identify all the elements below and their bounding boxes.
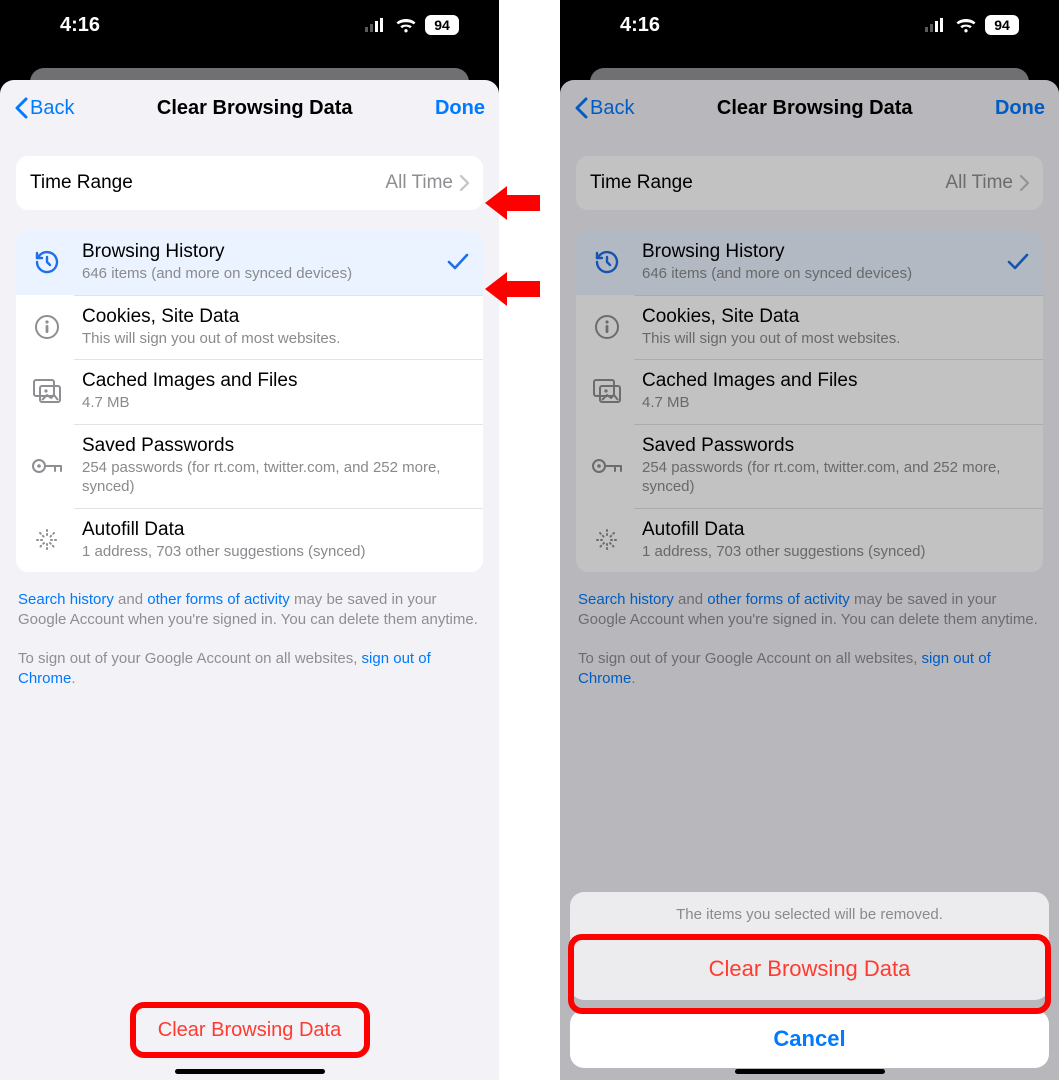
phone-screenshot-2: 4:16 94 Back Clear Browsing Data Done — [560, 0, 1059, 1080]
item-title: Cookies, Site Data — [82, 306, 469, 328]
settings-sheet: Back Clear Browsing Data Done Time Range… — [560, 80, 1059, 1080]
item-saved-passwords[interactable]: Saved Passwords 254 passwords (for rt.co… — [16, 424, 483, 508]
action-sheet: The items you selected will be removed. … — [570, 892, 1049, 1068]
checkmark-icon — [447, 253, 469, 271]
back-label: Back — [30, 97, 74, 120]
images-icon — [30, 378, 64, 404]
item-title: Browsing History — [82, 241, 429, 263]
item-title: Cached Images and Files — [82, 370, 469, 392]
nav-bar: Back Clear Browsing Data Done — [0, 80, 499, 136]
cancel-button[interactable]: Cancel — [570, 1010, 1049, 1068]
item-cookies[interactable]: Cookies, Site Data This will sign you ou… — [16, 295, 483, 360]
item-subtitle: 1 address, 703 other suggestions (synced… — [82, 542, 469, 562]
battery-icon: 94 — [985, 15, 1019, 35]
cellular-icon — [365, 18, 387, 32]
time-range-row[interactable]: Time Range All Time — [16, 156, 483, 210]
chevron-right-icon — [459, 175, 469, 191]
item-subtitle: 646 items (and more on synced devices) — [82, 264, 429, 284]
other-activity-link[interactable]: other forms of activity — [147, 591, 290, 608]
item-browsing-history[interactable]: Browsing History 646 items (and more on … — [16, 230, 483, 295]
status-time: 4:16 — [620, 14, 660, 37]
info-icon — [30, 314, 64, 340]
status-bar: 4:16 94 — [0, 0, 499, 50]
cellular-icon — [925, 18, 947, 32]
phone-screenshot-1: 4:16 94 Back Clear Browsing Data Done — [0, 0, 499, 1080]
time-range-value: All Time — [385, 172, 453, 194]
clear-browsing-data-button[interactable]: Clear Browsing Data — [130, 1002, 370, 1058]
footer-note-2: To sign out of your Google Account on al… — [18, 649, 481, 690]
sparkle-icon — [30, 527, 64, 553]
item-autofill[interactable]: Autofill Data 1 address, 703 other sugge… — [16, 508, 483, 573]
history-icon — [30, 248, 64, 276]
battery-icon: 94 — [425, 15, 459, 35]
key-icon — [30, 456, 64, 476]
wifi-icon — [955, 17, 977, 33]
page-title: Clear Browsing Data — [157, 97, 353, 120]
action-sheet-message: The items you selected will be removed. — [570, 892, 1049, 937]
footer-note-1: Search history and other forms of activi… — [18, 590, 481, 631]
wifi-icon — [395, 17, 417, 33]
home-indicator — [175, 1069, 325, 1074]
confirm-clear-button[interactable]: Clear Browsing Data — [570, 937, 1049, 1000]
item-title: Saved Passwords — [82, 435, 469, 457]
item-subtitle: 254 passwords (for rt.com, twitter.com, … — [82, 458, 469, 497]
home-indicator — [735, 1069, 885, 1074]
item-cache[interactable]: Cached Images and Files 4.7 MB — [16, 359, 483, 424]
item-title: Autofill Data — [82, 519, 469, 541]
status-bar: 4:16 94 — [560, 0, 1059, 50]
back-button[interactable]: Back — [14, 97, 74, 120]
time-range-label: Time Range — [30, 172, 367, 194]
item-subtitle: This will sign you out of most websites. — [82, 329, 469, 349]
search-history-link[interactable]: Search history — [18, 591, 114, 608]
settings-sheet: Back Clear Browsing Data Done Time Range… — [0, 80, 499, 1080]
status-time: 4:16 — [60, 14, 100, 37]
done-button[interactable]: Done — [435, 97, 485, 120]
item-subtitle: 4.7 MB — [82, 393, 469, 413]
